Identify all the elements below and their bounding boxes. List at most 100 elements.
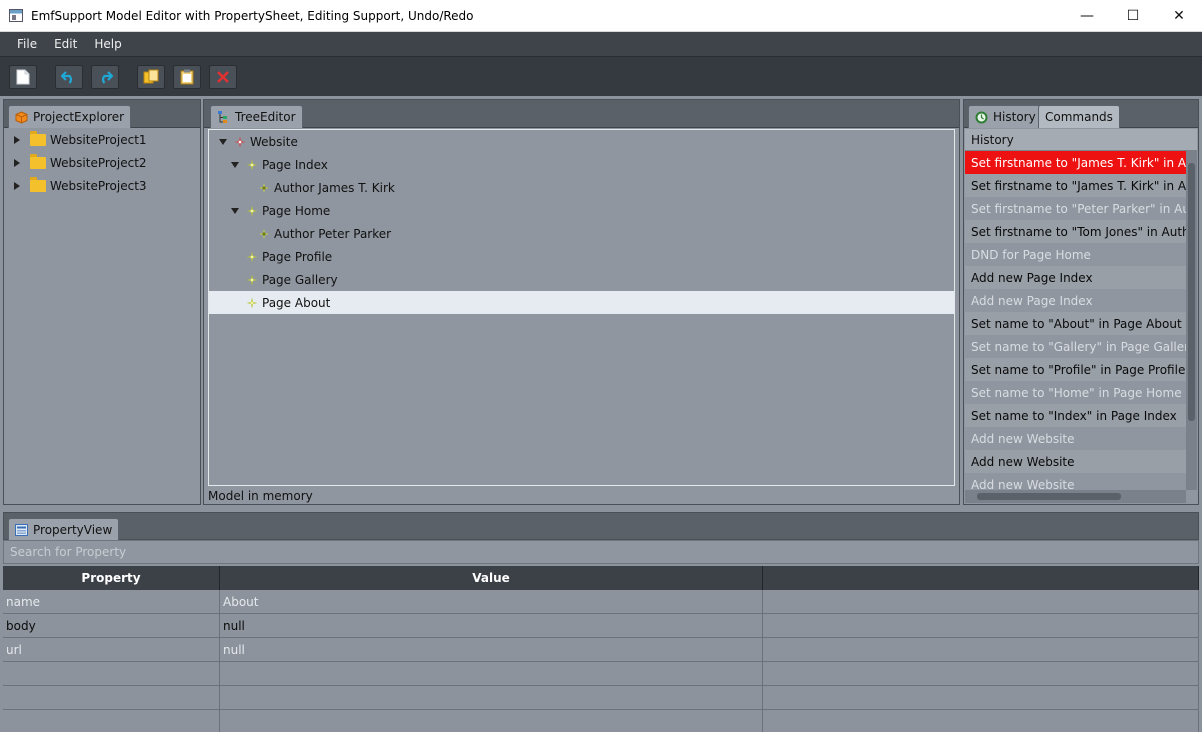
tab-project-explorer[interactable]: ProjectExplorer [8,105,132,128]
toolbar [0,56,1202,96]
tree-node-label: Page Profile [262,249,333,264]
page-icon [246,274,258,286]
tree-node[interactable]: Page Index [209,153,954,176]
history-entry[interactable]: Set name to "Index" in Page Index [965,404,1186,427]
history-entry[interactable]: Set firstname to "Tom Jones" in Author J… [965,220,1186,243]
history-entry[interactable]: Set name to "Gallery" in Page Gallery [965,335,1186,358]
collapse-arrow-icon[interactable] [231,208,239,214]
copy-icon [143,69,159,83]
expand-arrow-icon[interactable] [14,135,20,144]
column-header-property[interactable]: Property [3,566,220,590]
property-value-cell[interactable] [220,710,763,732]
tree-view[interactable]: Website Page Index Author James T. Kirk Pag… [208,129,955,486]
property-extra-cell [763,710,1199,732]
tab-commands-label: Commands [1045,110,1113,124]
folder-icon [30,130,46,146]
redo-button[interactable] [91,64,119,89]
history-entry[interactable]: Add new Website [965,450,1186,473]
tree-node[interactable]: Page Profile [209,245,954,268]
tab-history[interactable]: History [968,105,1043,128]
history-entry[interactable]: Set firstname to "James T. Kirk" in Auth… [965,151,1186,174]
app-icon [9,9,23,22]
column-header-value[interactable]: Value [220,566,763,590]
new-button[interactable] [9,64,37,89]
history-entry[interactable]: DND for Page Home [965,243,1186,266]
property-value-cell[interactable]: null [220,638,763,662]
property-value-cell[interactable]: null [220,614,763,638]
collapse-arrow-icon[interactable] [231,162,239,168]
tree-node-label: Page Gallery [262,272,338,287]
redo-icon [102,70,113,84]
property-search-input[interactable]: Search for Property [3,540,1199,564]
history-entry[interactable]: Add new Website [965,427,1186,450]
tree-node[interactable]: Website [209,130,954,153]
maximize-button[interactable]: ☐ [1110,0,1156,32]
delete-button[interactable] [209,64,237,89]
scrollbar-thumb[interactable] [1188,163,1195,421]
history-entry[interactable]: Add new Page Index [965,266,1186,289]
tree-editor-panel: TreeEditor Website Page Index Author James… [203,99,960,505]
property-row[interactable] [3,686,1199,710]
copy-button[interactable] [137,64,165,89]
minimize-button[interactable]: — [1064,0,1110,32]
menu-help[interactable]: Help [86,37,129,51]
expand-arrow-icon[interactable] [14,158,20,167]
expand-arrow-icon[interactable] [14,181,20,190]
property-row[interactable]: url null [3,638,1199,662]
history-entry[interactable]: Set name to "About" in Page About [965,312,1186,335]
property-extra-cell [763,638,1199,662]
tab-commands[interactable]: Commands [1038,105,1120,128]
tree-node-label: Author Peter Parker [274,226,392,241]
property-name-cell: name [3,590,220,614]
menu-edit[interactable]: Edit [46,37,85,51]
scrollbar-thumb[interactable] [977,493,1121,500]
project-explorer-panel: ProjectExplorer WebsiteProject1 WebsiteP… [3,99,201,505]
column-header-extra[interactable] [763,566,1199,590]
tree-node[interactable]: Author Peter Parker [209,222,954,245]
tree-node[interactable]: Page Home [209,199,954,222]
page-icon [246,205,258,217]
collapse-arrow-icon[interactable] [219,139,227,145]
tab-tree-editor[interactable]: TreeEditor [210,105,303,128]
tab-history-label: History [993,110,1036,124]
folder-icon [30,176,46,192]
history-entry[interactable]: Set name to "Home" in Page Home [965,381,1186,404]
paste-button[interactable] [173,64,201,89]
property-name-cell: body [3,614,220,638]
history-entry[interactable]: Add new Page Index [965,289,1186,312]
property-row[interactable]: body null [3,614,1199,638]
project-item-3[interactable]: WebsiteProject3 [14,174,147,197]
property-table: Property Value name About body null url null [3,566,1199,732]
history-entry[interactable]: Add new Website [965,473,1186,490]
close-button[interactable]: ✕ [1156,0,1202,32]
undo-icon [61,70,72,84]
property-row[interactable] [3,710,1199,732]
clock-icon [975,111,988,123]
property-value-cell[interactable] [220,662,763,686]
property-value-cell[interactable]: About [220,590,763,614]
vertical-scrollbar[interactable] [1186,151,1197,490]
tab-tree-editor-label: TreeEditor [235,110,296,124]
tree-node[interactable]: Page Gallery [209,268,954,291]
tree-node[interactable]: Author James T. Kirk [209,176,954,199]
project-item-label: WebsiteProject1 [50,132,147,147]
title-bar: EmfSupport Model Editor with PropertyShe… [0,0,1202,32]
property-row[interactable]: name About [3,590,1199,614]
history-entry[interactable]: Set name to "Profile" in Page Profile [965,358,1186,381]
project-item-label: WebsiteProject3 [50,178,147,193]
tab-property-view[interactable]: PropertyView [8,518,120,541]
property-value-cell[interactable] [220,686,763,710]
property-row[interactable] [3,662,1199,686]
horizontal-scrollbar[interactable] [965,490,1186,503]
menu-bar: File Edit Help [0,32,1202,56]
page-icon [246,159,258,171]
project-item-2[interactable]: WebsiteProject2 [14,151,147,174]
tree-node[interactable]: Page About [209,291,954,314]
history-list[interactable]: Set firstname to "James T. Kirk" in Auth… [965,151,1186,490]
history-entry[interactable]: Set firstname to "James T. Kirk" in Auth… [965,174,1186,197]
history-entry[interactable]: Set firstname to "Peter Parker" in Autho… [965,197,1186,220]
menu-file[interactable]: File [9,37,45,51]
undo-button[interactable] [55,64,83,89]
project-item-1[interactable]: WebsiteProject1 [14,128,147,151]
new-file-icon [16,69,30,84]
